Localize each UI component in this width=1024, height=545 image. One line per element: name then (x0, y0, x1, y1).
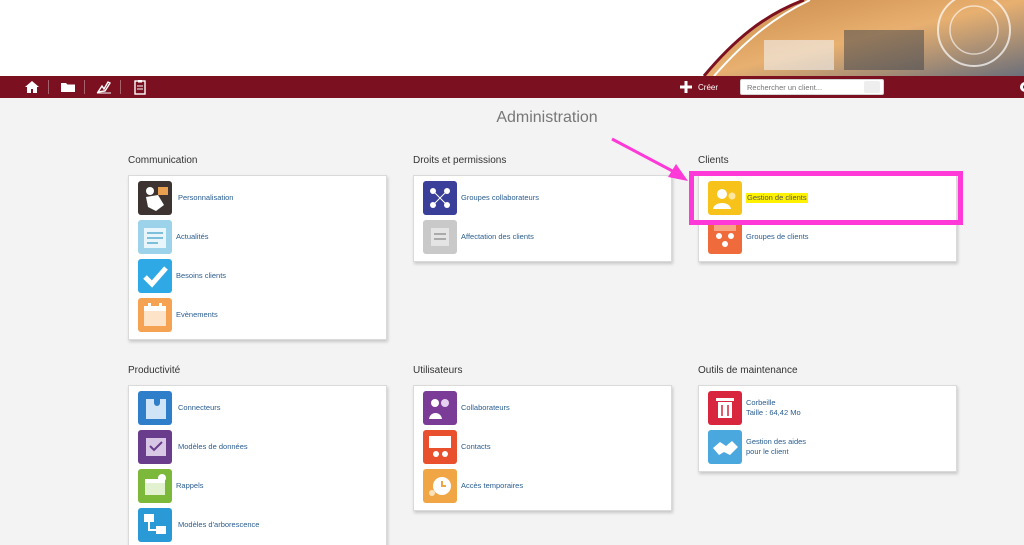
item-groupes-clients[interactable]: Groupes de clients (708, 220, 809, 254)
gear-icon[interactable] (1017, 79, 1024, 95)
item-affectation-clients[interactable]: Affectation des clients (423, 220, 534, 254)
collaborators-icon (423, 391, 457, 425)
item-label: Connecteurs (178, 403, 221, 412)
aides-text: Gestion des aides pour le client (746, 437, 806, 457)
item-label: Affectation des clients (461, 232, 534, 241)
item-evenements[interactable]: Evènements (138, 298, 218, 332)
checkmark-icon (138, 259, 172, 293)
section-title-utilisateurs: Utilisateurs (413, 365, 463, 376)
item-collaborateurs[interactable]: Collaborateurs (423, 391, 510, 425)
item-groupes-collaborateurs[interactable]: Groupes collaborateurs (423, 181, 539, 215)
trash-icon (708, 391, 742, 425)
section-title-droits: Droits et permissions (413, 155, 507, 166)
puzzle-icon (138, 391, 172, 425)
item-label: Besoins clients (176, 271, 227, 280)
item-label: Modèles d'arborescence (178, 520, 260, 529)
section-title-clients: Clients (698, 155, 729, 166)
section-title-productivite: Productivité (128, 365, 181, 376)
client-groups-icon (708, 220, 742, 254)
item-label: Groupes de clients (746, 232, 809, 241)
item-label: Actualités (176, 232, 209, 241)
folder-icon[interactable] (60, 79, 76, 95)
clipboard-icon[interactable] (132, 79, 148, 95)
corbeille-size: Taille : 64,42 Mo (746, 408, 801, 417)
card-productivite: Connecteurs Modèles de données Rappels M… (128, 385, 387, 545)
item-label: Rappels (176, 481, 204, 490)
annotation-arrow (611, 137, 688, 181)
page-title: Administration (496, 109, 598, 126)
item-connecteurs[interactable]: Connecteurs (138, 391, 221, 425)
personalization-icon (138, 181, 172, 215)
item-modeles-donnees[interactable]: Modèles de données (138, 430, 248, 464)
aides-line2: pour le client (746, 447, 789, 456)
item-label: Personnalisation (178, 193, 234, 202)
toolbar-divider (120, 80, 121, 94)
card-utilisateurs: Collaborateurs Contacts Accès temporaire… (413, 385, 672, 511)
banner-image (702, 0, 1024, 76)
item-acces-temporaires[interactable]: Accès temporaires (423, 469, 523, 503)
corbeille-name: Corbeille (746, 398, 776, 407)
toolbar-divider (48, 80, 49, 94)
home-icon[interactable] (24, 79, 40, 95)
client-search-input[interactable] (740, 79, 884, 95)
create-label: Créer (698, 82, 719, 92)
plus-icon (680, 81, 692, 93)
card-communication: Personnalisation Actualités Besoins clie… (128, 175, 387, 340)
handshake-icon (708, 430, 742, 464)
search-button[interactable] (864, 81, 880, 93)
item-besoins-clients[interactable]: Besoins clients (138, 259, 226, 293)
item-label: Groupes collaborateurs (461, 193, 539, 202)
section-title-communication: Communication (128, 155, 198, 166)
item-actualites[interactable]: Actualités (138, 220, 209, 254)
item-gestion-aides[interactable]: Gestion des aides pour le client (708, 430, 806, 464)
signature-icon[interactable] (96, 79, 112, 95)
highlight-box (689, 171, 963, 225)
item-label: Accès temporaires (461, 481, 524, 490)
card-maintenance: Corbeille Taille : 64,42 Mo Gestion des … (698, 385, 957, 472)
section-title-maintenance: Outils de maintenance (698, 365, 798, 376)
corbeille-text: Corbeille Taille : 64,42 Mo (746, 398, 801, 418)
calendar-icon (138, 298, 172, 332)
item-label: Modèles de données (178, 442, 248, 451)
clock-icon (423, 469, 457, 503)
news-icon (138, 220, 172, 254)
item-personnalisation[interactable]: Personnalisation (138, 181, 233, 215)
toolbar-divider (84, 80, 85, 94)
header-banner (0, 0, 1024, 76)
item-label: Collaborateurs (461, 403, 510, 412)
contacts-icon (423, 430, 457, 464)
item-contacts[interactable]: Contacts (423, 430, 491, 464)
item-label: Evènements (176, 310, 218, 319)
item-label: Contacts (461, 442, 491, 451)
assignment-icon (423, 220, 457, 254)
data-model-icon (138, 430, 172, 464)
create-button[interactable]: Créer (680, 79, 718, 95)
item-corbeille[interactable]: Corbeille Taille : 64,42 Mo (708, 391, 801, 425)
tree-icon (138, 508, 172, 542)
card-droits: Groupes collaborateurs Affectation des c… (413, 175, 672, 262)
item-rappels[interactable]: Rappels (138, 469, 204, 503)
reminder-icon (138, 469, 172, 503)
main-toolbar: Créer (0, 76, 1024, 98)
aides-line1: Gestion des aides (746, 437, 807, 446)
item-modeles-arborescence[interactable]: Modèles d'arborescence (138, 508, 259, 542)
hierarchy-icon (423, 181, 457, 215)
